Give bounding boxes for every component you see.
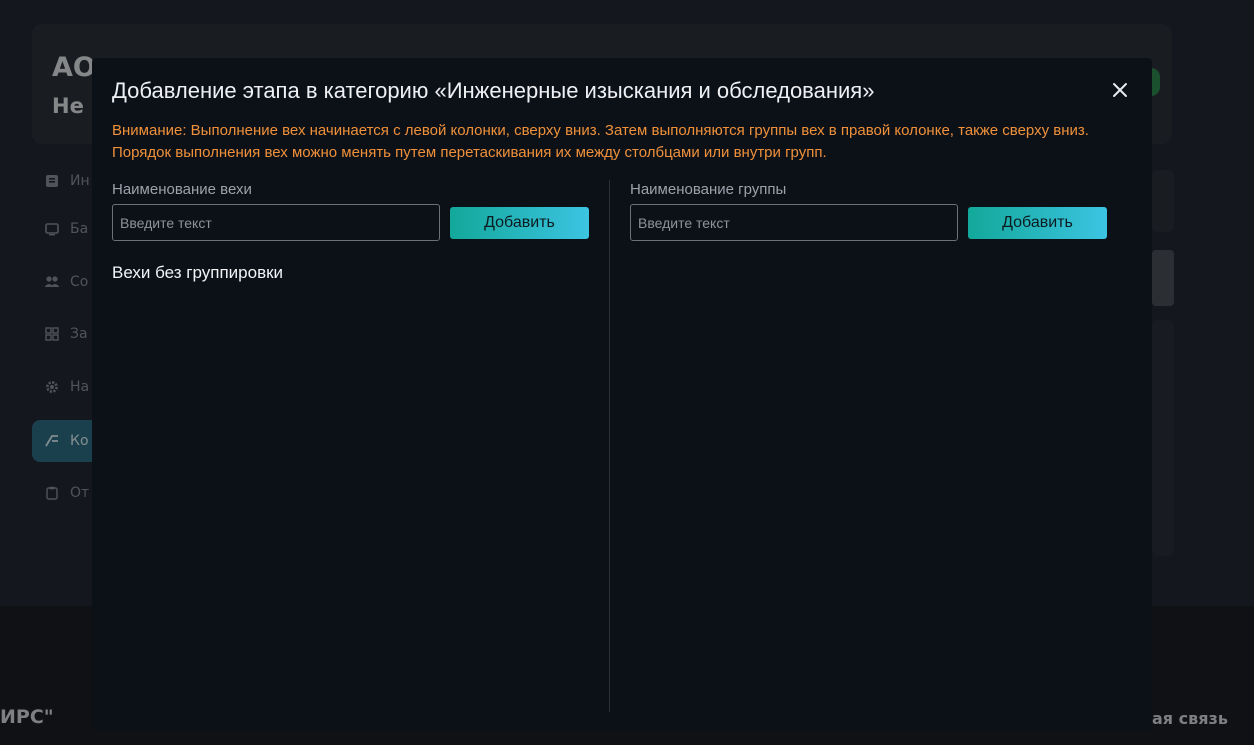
add-milestone-button[interactable]: Добавить — [450, 206, 589, 239]
column-divider — [609, 180, 610, 712]
group-name-input[interactable] — [630, 204, 958, 241]
warning-message: Внимание: Выполнение вех начинается с ле… — [112, 122, 1089, 161]
group-name-label: Наименование группы — [630, 181, 787, 198]
add-stage-modal: Добавление этапа в категорию «Инженерные… — [92, 58, 1152, 730]
modal-title: Добавление этапа в категорию «Инженерные… — [112, 78, 875, 103]
group-input-row: Добавить — [630, 204, 1127, 241]
milestone-name-input[interactable] — [112, 204, 440, 241]
add-group-button[interactable]: Добавить — [968, 206, 1107, 239]
group-column: Наименование группы Добавить — [630, 180, 1127, 241]
milestone-input-row: Добавить — [112, 204, 589, 241]
close-button[interactable] — [1108, 78, 1132, 102]
milestone-column: Наименование вехи Добавить Вехи без груп… — [112, 180, 589, 283]
milestone-name-label: Наименование вехи — [112, 181, 252, 198]
ungrouped-milestones-title: Вехи без группировки — [112, 263, 284, 282]
close-icon — [1113, 83, 1127, 97]
